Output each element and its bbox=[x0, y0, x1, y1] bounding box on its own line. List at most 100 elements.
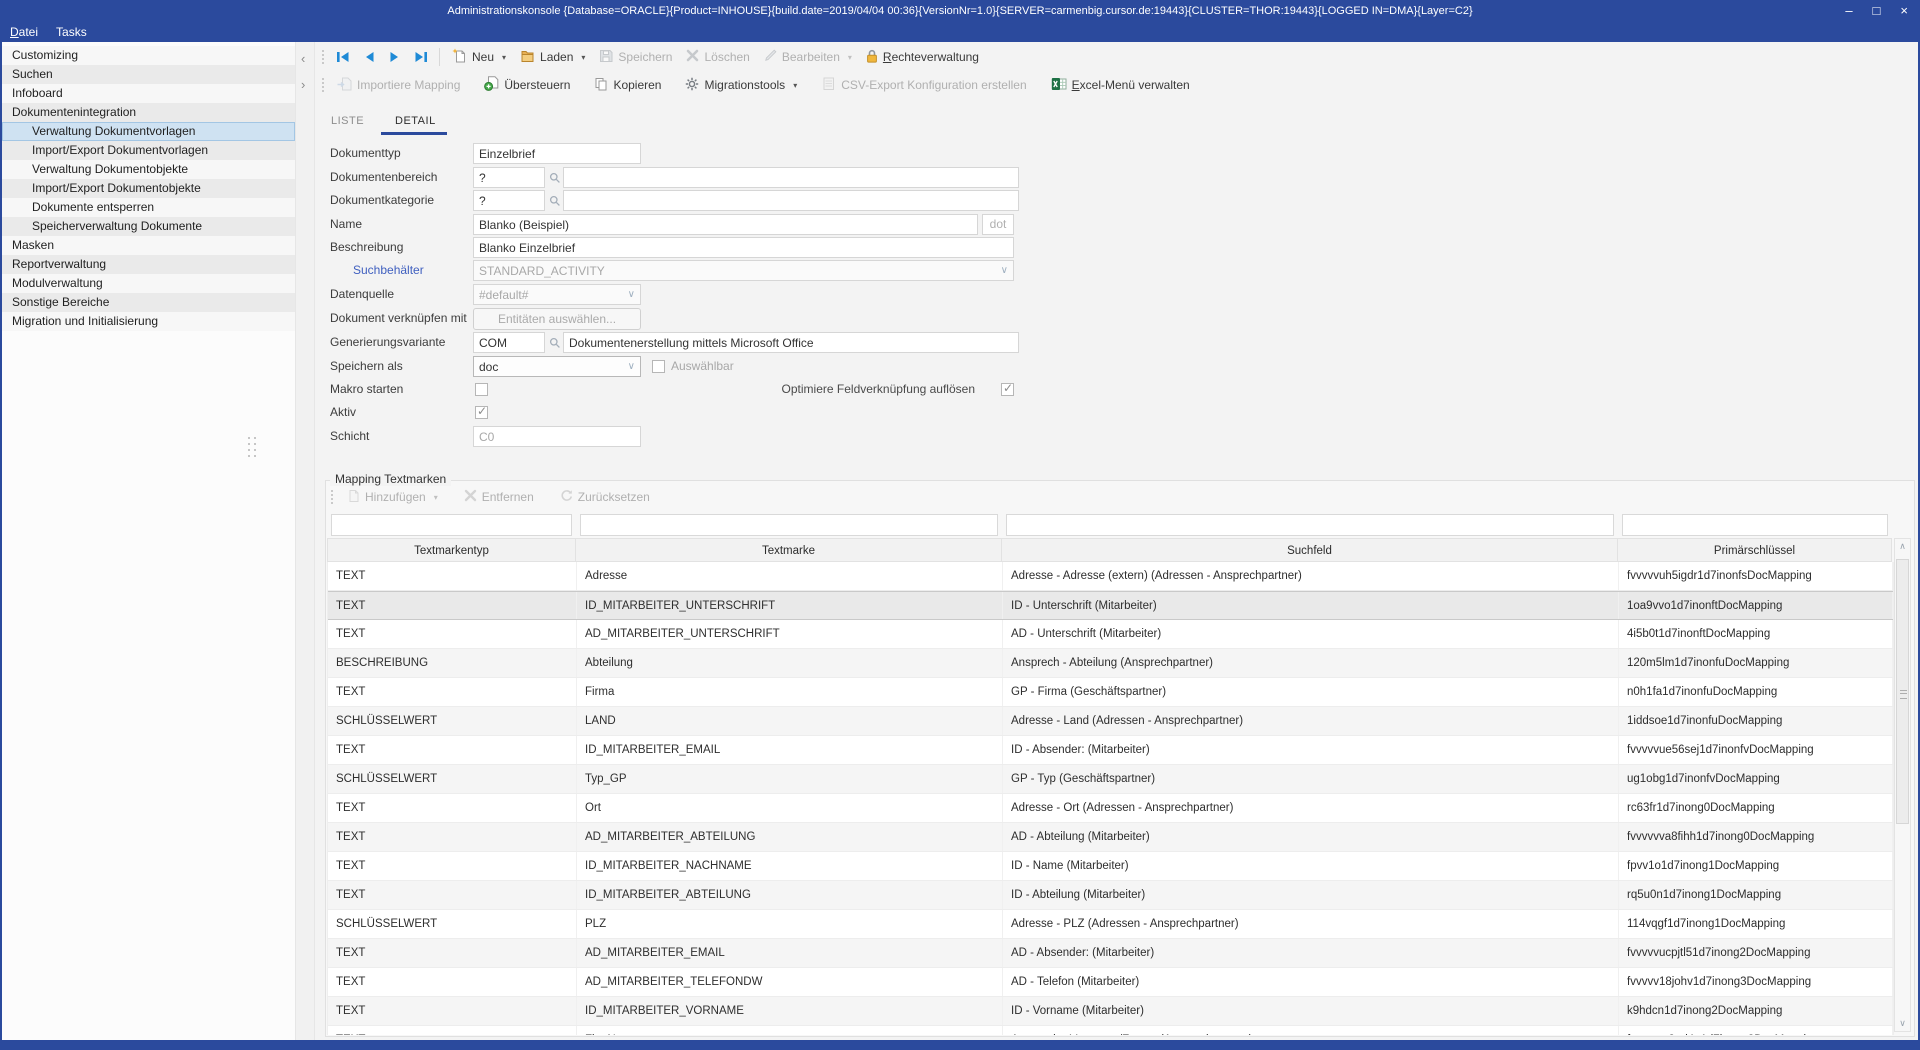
table-cell: 120m5lm1d7inonfuDocMapping bbox=[1619, 649, 1893, 677]
nav-first-button[interactable] bbox=[330, 49, 356, 65]
nav-last-button[interactable] bbox=[408, 49, 434, 65]
sidebar-item-reportverwaltung[interactable]: Reportverwaltung bbox=[2, 255, 295, 274]
table-row[interactable]: SCHLÜSSELWERTTyp_GPGP - Typ (Geschäftspa… bbox=[328, 765, 1893, 794]
column-header-textmarke[interactable]: Textmarke bbox=[576, 538, 1002, 562]
tab-detail[interactable]: DETAIL bbox=[395, 115, 436, 127]
table-row[interactable]: TEXTID_MITARBEITER_EMAILID - Absender: (… bbox=[328, 736, 1893, 765]
sidebar-item-import-export-dokumentobjekte[interactable]: Import/Export Dokumentobjekte bbox=[2, 179, 295, 198]
close-button[interactable]: × bbox=[1900, 0, 1908, 22]
toolbar-grip-icon[interactable] bbox=[321, 49, 325, 65]
tab-liste[interactable]: LISTE bbox=[331, 115, 364, 127]
table-row[interactable]: TEXTID_MITARBEITER_NACHNAMEID - Name (Mi… bbox=[328, 852, 1893, 881]
migrationstools-button[interactable]: Migrationstools▾ bbox=[678, 74, 804, 97]
generierungsvariante-code-input[interactable] bbox=[473, 332, 545, 353]
lookup-magnifier-icon[interactable] bbox=[549, 171, 561, 183]
column-header-primärschlüssel[interactable]: Primärschlüssel bbox=[1618, 538, 1892, 562]
lookup-magnifier-icon[interactable] bbox=[549, 194, 561, 206]
sidebar-item-masken[interactable]: Masken bbox=[2, 236, 295, 255]
column-header-suchfeld[interactable]: Suchfeld bbox=[1002, 538, 1618, 562]
nav-next-button[interactable] bbox=[383, 49, 406, 65]
speichern-als-select[interactable]: doc ∨ bbox=[473, 356, 641, 377]
laden-button[interactable]: Laden▾ bbox=[513, 46, 592, 69]
table-row[interactable]: TEXTID_MITARBEITER_VORNAMEID - Vorname (… bbox=[328, 997, 1893, 1026]
aktiv-checkbox[interactable] bbox=[475, 406, 488, 419]
neu-button[interactable]: Neu▾ bbox=[445, 45, 513, 69]
table-row[interactable]: SCHLÜSSELWERTLANDAdresse - Land (Adresse… bbox=[328, 707, 1893, 736]
sidebar-item-speicherverwaltung-dokumente[interactable]: Speicherverwaltung Dokumente bbox=[2, 217, 295, 236]
scroll-down-icon[interactable]: ∨ bbox=[1895, 1018, 1910, 1029]
übersteuern-button[interactable]: Übersteuern bbox=[477, 73, 577, 97]
column-header-textmarkentyp[interactable]: Textmarkentyp bbox=[327, 538, 576, 562]
table-row[interactable]: BESCHREIBUNGAbteilungAnsprech - Abteilun… bbox=[328, 649, 1893, 678]
kopieren-button[interactable]: Kopieren bbox=[587, 74, 668, 97]
rechteverwaltung-button[interactable]: Rechteverwaltung bbox=[859, 46, 986, 69]
dropdown-caret-icon[interactable]: ▾ bbox=[434, 493, 438, 502]
table-row[interactable]: TEXTOrtAdresse - Ort (Adressen - Ansprec… bbox=[328, 794, 1893, 823]
sidebar-item-sonstige-bereiche[interactable]: Sonstige Bereiche bbox=[2, 293, 295, 312]
sidebar-item-infoboard[interactable]: Infoboard bbox=[2, 84, 295, 103]
menu-datei[interactable]: Datei bbox=[10, 25, 38, 39]
table-row[interactable]: TEXTAD_MITARBEITER_ABTEILUNGAD - Abteilu… bbox=[328, 823, 1893, 852]
sidebar-item-dokumentenintegration[interactable]: Dokumentenintegration bbox=[2, 103, 295, 122]
table-row[interactable]: TEXTID_MITARBEITER_UNTERSCHRIFTID - Unte… bbox=[328, 591, 1893, 620]
toolbar-grip-icon[interactable] bbox=[330, 489, 334, 505]
sidebar-item-suchen[interactable]: Suchen bbox=[2, 65, 295, 84]
menu-tasks[interactable]: Tasks bbox=[56, 25, 87, 39]
maximize-button[interactable]: □ bbox=[1873, 0, 1881, 22]
beschreibung-input[interactable] bbox=[473, 237, 1014, 258]
table-row[interactable]: TEXTID_MITARBEITER_ABTEILUNGID - Abteilu… bbox=[328, 881, 1893, 910]
window-controls: – □ × bbox=[1845, 0, 1908, 22]
dokumenttyp-input[interactable] bbox=[473, 143, 641, 164]
generierungsvariante-text-input[interactable] bbox=[563, 332, 1019, 353]
override-icon bbox=[484, 76, 499, 94]
dropdown-caret-icon[interactable]: ▾ bbox=[502, 53, 506, 62]
sidebar-item-modulverwaltung[interactable]: Modulverwaltung bbox=[2, 274, 295, 293]
scrollbar-thumb[interactable] bbox=[1896, 559, 1909, 824]
application-window: Administrationskonsole {Database=ORACLE}… bbox=[0, 0, 1920, 1050]
sidebar-item-migration-und-initialisierung[interactable]: Migration und Initialisierung bbox=[2, 312, 295, 331]
minimize-button[interactable]: – bbox=[1845, 0, 1852, 22]
makro-starten-checkbox[interactable] bbox=[475, 383, 488, 396]
dropdown-caret-icon[interactable]: ▾ bbox=[581, 53, 585, 62]
optimiere-checkbox[interactable] bbox=[1001, 383, 1014, 396]
dropdown-caret-icon[interactable]: ▾ bbox=[848, 53, 852, 62]
column-filter-input-suchfeld[interactable] bbox=[1006, 514, 1614, 536]
toolbar-grip-icon[interactable] bbox=[321, 77, 325, 93]
table-cell: AD_MITARBEITER_UNTERSCHRIFT bbox=[577, 620, 1003, 648]
table-row[interactable]: TEXTAD_MITARBEITER_EMAILAD - Absender: (… bbox=[328, 939, 1893, 968]
sidebar-splitter[interactable]: ‹ › bbox=[295, 42, 315, 1040]
dokumentkategorie-code-input[interactable] bbox=[473, 190, 545, 211]
collapse-chevron-icon[interactable]: ‹ bbox=[301, 52, 305, 65]
lookup-magnifier-icon[interactable] bbox=[549, 336, 561, 348]
table-row[interactable]: SCHLÜSSELWERTPLZAdresse - PLZ (Adressen … bbox=[328, 910, 1893, 939]
table-row[interactable]: TEXTFirstNameAnsprech - Vorname /Zusatz … bbox=[328, 1026, 1893, 1035]
table-row[interactable]: TEXTAdresseAdresse - Adresse (extern) (A… bbox=[328, 562, 1893, 591]
nav-prev-button[interactable] bbox=[358, 49, 381, 65]
dokumentkategorie-text-input[interactable] bbox=[563, 190, 1019, 211]
suchbehaelter-select[interactable]: STANDARD_ACTIVITY ∨ bbox=[473, 260, 1014, 281]
column-filter-input-textmarkentyp[interactable] bbox=[331, 514, 572, 536]
table-row[interactable]: TEXTFirmaGP - Firma (Geschäftspartner)n0… bbox=[328, 678, 1893, 707]
sidebar-item-verwaltung-dokumentvorlagen[interactable]: Verwaltung Dokumentvorlagen bbox=[2, 122, 295, 141]
sidebar-item-verwaltung-dokumentobjekte[interactable]: Verwaltung Dokumentobjekte bbox=[2, 160, 295, 179]
schicht-input[interactable] bbox=[473, 426, 641, 447]
column-filter-input-textmarke[interactable] bbox=[580, 514, 998, 536]
splitter-grip-icon[interactable] bbox=[248, 437, 260, 467]
dropdown-caret-icon[interactable]: ▾ bbox=[793, 81, 797, 90]
column-filter-input-primärschlüssel[interactable] bbox=[1622, 514, 1888, 536]
sidebar-item-dokumente-entsperren[interactable]: Dokumente entsperren bbox=[2, 198, 295, 217]
table-scrollbar[interactable]: ∧ ∨ bbox=[1894, 538, 1911, 1032]
sidebar-item-import-export-dokumentvorlagen[interactable]: Import/Export Dokumentvorlagen bbox=[2, 141, 295, 160]
table-row[interactable]: TEXTAD_MITARBEITER_TELEFONDWAD - Telefon… bbox=[328, 968, 1893, 997]
auswaehlbar-checkbox[interactable] bbox=[652, 360, 665, 373]
sidebar-item-customizing[interactable]: Customizing bbox=[2, 46, 295, 65]
dokumentenbereich-code-input[interactable] bbox=[473, 167, 545, 188]
expand-chevron-icon[interactable]: › bbox=[301, 78, 305, 91]
excel-menü-verwalten-button[interactable]: Excel-Menü verwalten bbox=[1044, 74, 1197, 97]
scroll-up-icon[interactable]: ∧ bbox=[1895, 541, 1910, 552]
datenquelle-select[interactable]: #default# ∨ bbox=[473, 284, 641, 305]
name-input[interactable] bbox=[473, 214, 978, 235]
dokumentenbereich-text-input[interactable] bbox=[563, 167, 1019, 188]
table-row[interactable]: TEXTAD_MITARBEITER_UNTERSCHRIFTAD - Unte… bbox=[328, 620, 1893, 649]
entitaeten-auswaehlen-button[interactable]: Entitäten auswählen... bbox=[473, 308, 641, 330]
